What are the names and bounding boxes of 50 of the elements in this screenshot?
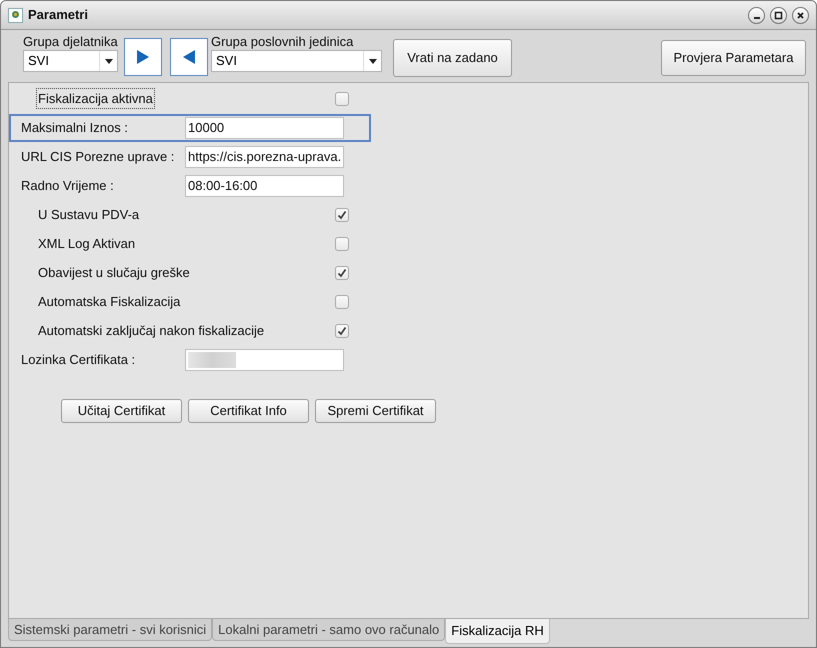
close-button[interactable]: [792, 6, 809, 24]
checkbox-label: Automatska Fiskalizacija: [37, 292, 182, 311]
certificate-button[interactable]: Spremi Certifikat: [315, 399, 436, 423]
checkbox[interactable]: [335, 266, 349, 280]
checkbox[interactable]: [335, 324, 349, 338]
tab[interactable]: Sistemski parametri - svi korisnici: [8, 619, 212, 641]
field-label: Lozinka Certifikata :: [21, 350, 136, 369]
check-icon: [337, 210, 347, 220]
close-icon: [796, 10, 805, 20]
combo-label: Grupa djelatnika: [23, 34, 118, 50]
minimize-button[interactable]: [748, 6, 765, 24]
field-label: URL CIS Porezne uprave :: [21, 148, 176, 166]
certificate-button[interactable]: Certifikat Info: [188, 399, 309, 423]
right-triangle-icon: [136, 49, 150, 65]
app-icon: [8, 8, 23, 22]
window-title: Parametri: [28, 6, 88, 24]
left-triangle-icon: [182, 49, 196, 65]
checkbox-label: U Sustavu PDV-a: [37, 206, 140, 224]
checkbox[interactable]: [335, 92, 349, 106]
maximize-icon: [774, 10, 783, 20]
dropdown[interactable]: SVI: [211, 50, 382, 72]
checkbox-label: Obavijest u slučaju greške: [37, 264, 191, 282]
input-field[interactable]: 08:00-16:00: [185, 174, 344, 196]
caret-icon: [368, 58, 376, 64]
checkbox-label: Fiskalizacija aktivna: [36, 88, 155, 110]
check-icon: [337, 268, 347, 278]
maximize-button[interactable]: [770, 6, 787, 24]
checkbox[interactable]: [335, 236, 349, 250]
combo-label: Grupa poslovnih jedinica: [211, 34, 354, 50]
checkbox[interactable]: [335, 294, 349, 308]
check-icon: [337, 326, 347, 336]
caret-icon: [104, 58, 112, 64]
arrow-button[interactable]: [124, 38, 162, 76]
action-button[interactable]: Vrati na zadano: [393, 39, 512, 77]
field-label: Maksimalni Iznos :: [21, 118, 129, 137]
masked-value: [188, 352, 236, 368]
dropdown[interactable]: SVI: [23, 50, 118, 72]
tab[interactable]: Fiskalizacija RH: [445, 619, 550, 644]
tab[interactable]: Lokalni parametri - samo ovo računalo: [212, 619, 446, 641]
action-button[interactable]: Provjera Parametara: [661, 40, 806, 76]
checkbox-label: Automatski zaključaj nakon fiskalizacije: [37, 322, 266, 340]
password-field[interactable]: [185, 348, 344, 370]
minimize-icon: [754, 17, 760, 19]
checkbox[interactable]: [335, 208, 349, 222]
checkbox-label: XML Log Aktivan: [37, 234, 136, 253]
arrow-button[interactable]: [170, 38, 208, 76]
input-field[interactable]: 10000: [185, 116, 344, 138]
input-field[interactable]: https://cis.porezna-uprava.: [185, 146, 344, 168]
certificate-button[interactable]: Učitaj Certifikat: [61, 399, 182, 423]
field-label: Radno Vrijeme :: [21, 176, 115, 195]
